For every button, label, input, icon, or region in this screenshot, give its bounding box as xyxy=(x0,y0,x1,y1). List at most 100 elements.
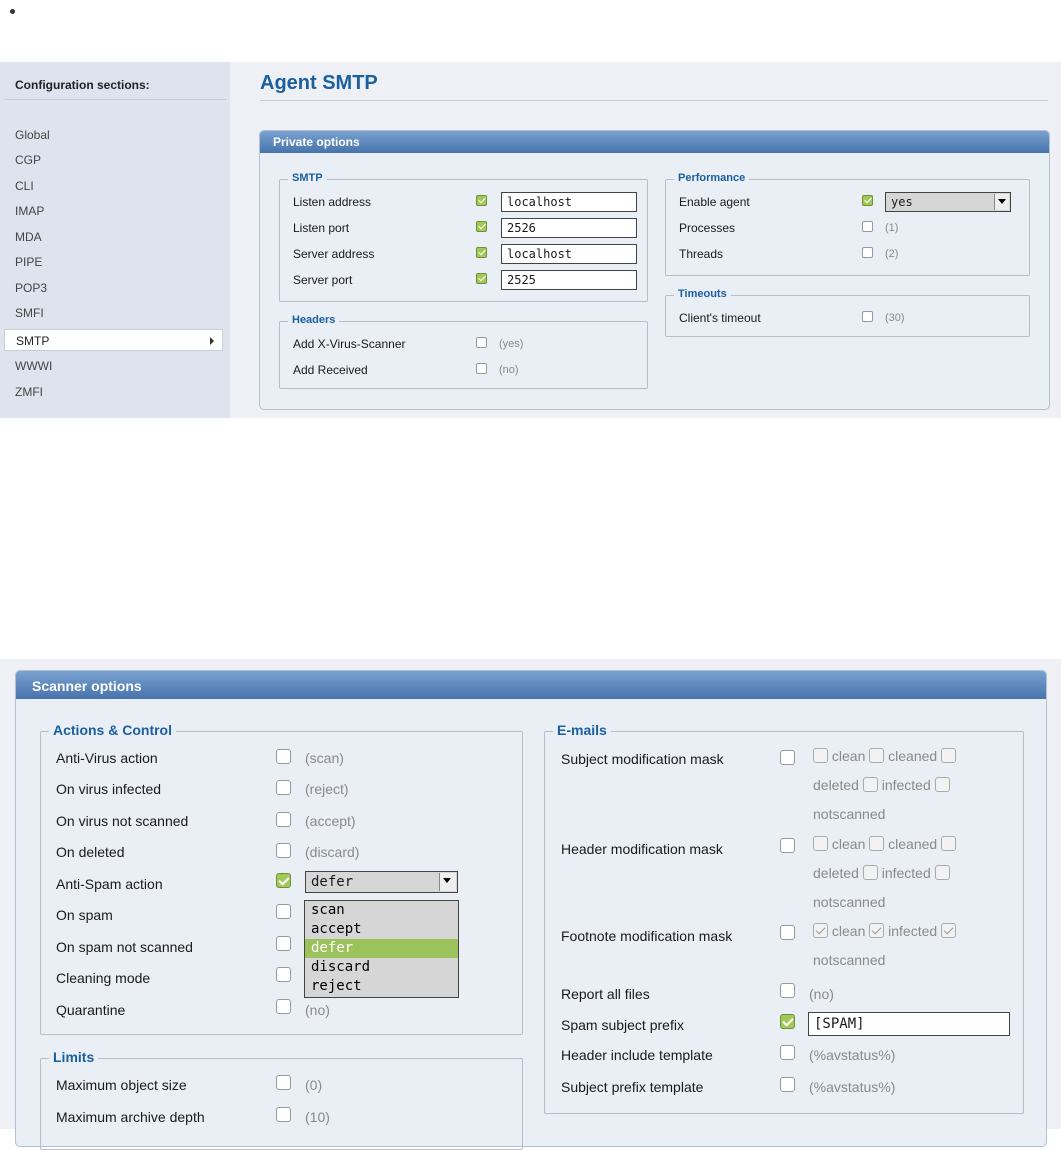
mask-notscanned-checkbox[interactable] xyxy=(941,923,957,938)
mask-cleaned-checkbox[interactable] xyxy=(869,748,885,763)
on-spam-checkbox[interactable] xyxy=(276,904,291,919)
mask-option-label: notscanned xyxy=(813,806,886,822)
anti-spam-action-select[interactable]: defer xyxy=(305,871,458,893)
mask-option-label: clean xyxy=(831,923,866,939)
fieldset-legend: Actions & Control xyxy=(49,722,176,738)
threads-checkbox[interactable] xyxy=(862,247,873,258)
field-label: On spam not scanned xyxy=(56,939,193,955)
config-sidebar: Configuration sections: Global CGP CLI I… xyxy=(0,62,230,418)
default-value: (discard) xyxy=(305,844,360,860)
subject-prefix-template-checkbox[interactable] xyxy=(780,1077,795,1092)
dropdown-option-accept[interactable]: accept xyxy=(305,920,458,939)
sidebar-item-mda[interactable]: MDA xyxy=(15,226,215,248)
mask-option-label: deleted xyxy=(813,777,859,793)
dropdown-option-reject[interactable]: reject xyxy=(305,977,458,996)
enable-agent-select[interactable]: yes xyxy=(885,192,1011,212)
mask-cleaned-checkbox[interactable] xyxy=(869,836,885,851)
field-label: Processes xyxy=(679,221,736,235)
mask-infected-checkbox[interactable] xyxy=(862,777,878,792)
mask-deleted-checkbox[interactable] xyxy=(941,836,957,851)
mask-notscanned-checkbox[interactable] xyxy=(934,777,950,792)
enable-agent-checkbox[interactable] xyxy=(862,195,873,206)
mask-clean-checkbox[interactable] xyxy=(813,748,828,763)
config-page-top: Configuration sections: Global CGP CLI I… xyxy=(0,62,1061,418)
add-x-virus-scanner-checkbox[interactable] xyxy=(476,337,487,348)
select-value: defer xyxy=(311,874,354,890)
maximum-archive-depth-checkbox[interactable] xyxy=(276,1107,291,1122)
footnote-modification-mask-checkbox[interactable] xyxy=(780,925,795,940)
sidebar-item-smfi[interactable]: SMFI xyxy=(15,302,215,324)
sidebar-item-global[interactable]: Global xyxy=(15,124,215,146)
field-label: Anti-Virus action xyxy=(56,750,158,766)
add-received-checkbox[interactable] xyxy=(476,363,487,374)
mask-option-label: cleaned xyxy=(888,836,938,852)
mask-deleted-checkbox[interactable] xyxy=(941,748,957,763)
field-label: Add X-Virus-Scanner xyxy=(293,337,406,351)
cleaning-mode-checkbox[interactable] xyxy=(276,967,291,982)
quarantine-checkbox[interactable] xyxy=(276,999,291,1014)
sidebar-item-pop3[interactable]: POP3 xyxy=(15,277,215,299)
private-options-panel: Private options SMTP Listen address loca… xyxy=(259,130,1050,410)
mask-option-label: infected xyxy=(888,923,938,939)
listen-address-input[interactable]: localhost xyxy=(501,192,637,212)
mask-clean-checkbox[interactable] xyxy=(813,923,828,938)
mask-option-label: infected xyxy=(881,865,931,881)
default-value: (30) xyxy=(885,312,905,324)
mask-notscanned-checkbox[interactable] xyxy=(934,865,950,880)
dropdown-option-defer[interactable]: defer xyxy=(305,939,458,958)
processes-checkbox[interactable] xyxy=(862,221,873,232)
performance-fieldset: Performance Enable agent yes Processes (… xyxy=(665,172,1030,276)
on-virus-infected-checkbox[interactable] xyxy=(276,780,291,795)
field-label: Listen address xyxy=(293,195,372,209)
header-modification-mask-checkbox[interactable] xyxy=(780,838,795,853)
subject-modification-mask-checkbox[interactable] xyxy=(780,750,795,765)
server-address-input[interactable]: localhost xyxy=(501,244,637,264)
mask-infected-checkbox[interactable] xyxy=(862,865,878,880)
sidebar-item-smtp[interactable]: SMTP xyxy=(4,329,223,351)
default-value: (yes) xyxy=(499,338,524,350)
sidebar-item-cgp[interactable]: CGP xyxy=(15,149,215,171)
dropdown-option-scan[interactable]: scan xyxy=(305,901,458,920)
server-port-checkbox[interactable] xyxy=(476,273,487,284)
listen-port-checkbox[interactable] xyxy=(476,221,487,232)
default-value: (scan) xyxy=(305,750,344,766)
headers-fieldset: Headers Add X-Virus-Scanner (yes) Add Re… xyxy=(279,314,648,389)
field-label: On spam xyxy=(56,907,113,923)
spam-subject-prefix-input[interactable]: [SPAM] xyxy=(808,1012,1010,1036)
report-all-files-checkbox[interactable] xyxy=(780,983,795,998)
field-label: Header include template xyxy=(561,1047,713,1063)
server-address-checkbox[interactable] xyxy=(476,247,487,258)
listen-address-checkbox[interactable] xyxy=(476,195,487,206)
spam-subject-prefix-checkbox[interactable] xyxy=(780,1014,795,1029)
sidebar-item-wwwi[interactable]: WWWI xyxy=(15,355,215,377)
on-virus-not-scanned-checkbox[interactable] xyxy=(276,812,291,827)
sidebar-item-zmfi[interactable]: ZMFI xyxy=(15,381,215,403)
on-spam-not-scanned-checkbox[interactable] xyxy=(276,936,291,951)
default-value: (%avstatus%) xyxy=(809,1079,896,1095)
field-label: Maximum archive depth xyxy=(56,1109,205,1125)
field-label: Anti-Spam action xyxy=(56,876,163,892)
sidebar-item-cli[interactable]: CLI xyxy=(15,175,215,197)
field-label: Server port xyxy=(293,273,353,287)
mask-infected-checkbox[interactable] xyxy=(869,923,885,938)
sidebar-divider xyxy=(4,99,226,100)
anti-virus-action-checkbox[interactable] xyxy=(276,749,291,764)
sidebar-item-imap[interactable]: IMAP xyxy=(15,200,215,222)
mask-clean-checkbox[interactable] xyxy=(813,836,828,851)
server-port-input[interactable]: 2525 xyxy=(501,270,637,290)
header-include-template-checkbox[interactable] xyxy=(780,1045,795,1060)
on-deleted-checkbox[interactable] xyxy=(276,843,291,858)
default-value: (1) xyxy=(885,222,899,234)
chevron-right-icon xyxy=(210,337,214,345)
list-bullet xyxy=(10,9,15,14)
sidebar-item-pipe[interactable]: PIPE xyxy=(15,251,215,273)
fieldset-legend: Limits xyxy=(49,1049,99,1065)
default-value: (0) xyxy=(305,1077,323,1093)
dropdown-option-discard[interactable]: discard xyxy=(305,958,458,977)
listen-port-input[interactable]: 2526 xyxy=(501,218,637,238)
scanner-options-section: Scanner options Actions & Control Anti-V… xyxy=(0,659,1061,1150)
client-timeout-checkbox[interactable] xyxy=(862,311,873,322)
anti-spam-action-checkbox[interactable] xyxy=(276,873,291,888)
maximum-object-size-checkbox[interactable] xyxy=(276,1075,291,1090)
default-value: (no) xyxy=(305,1002,330,1018)
